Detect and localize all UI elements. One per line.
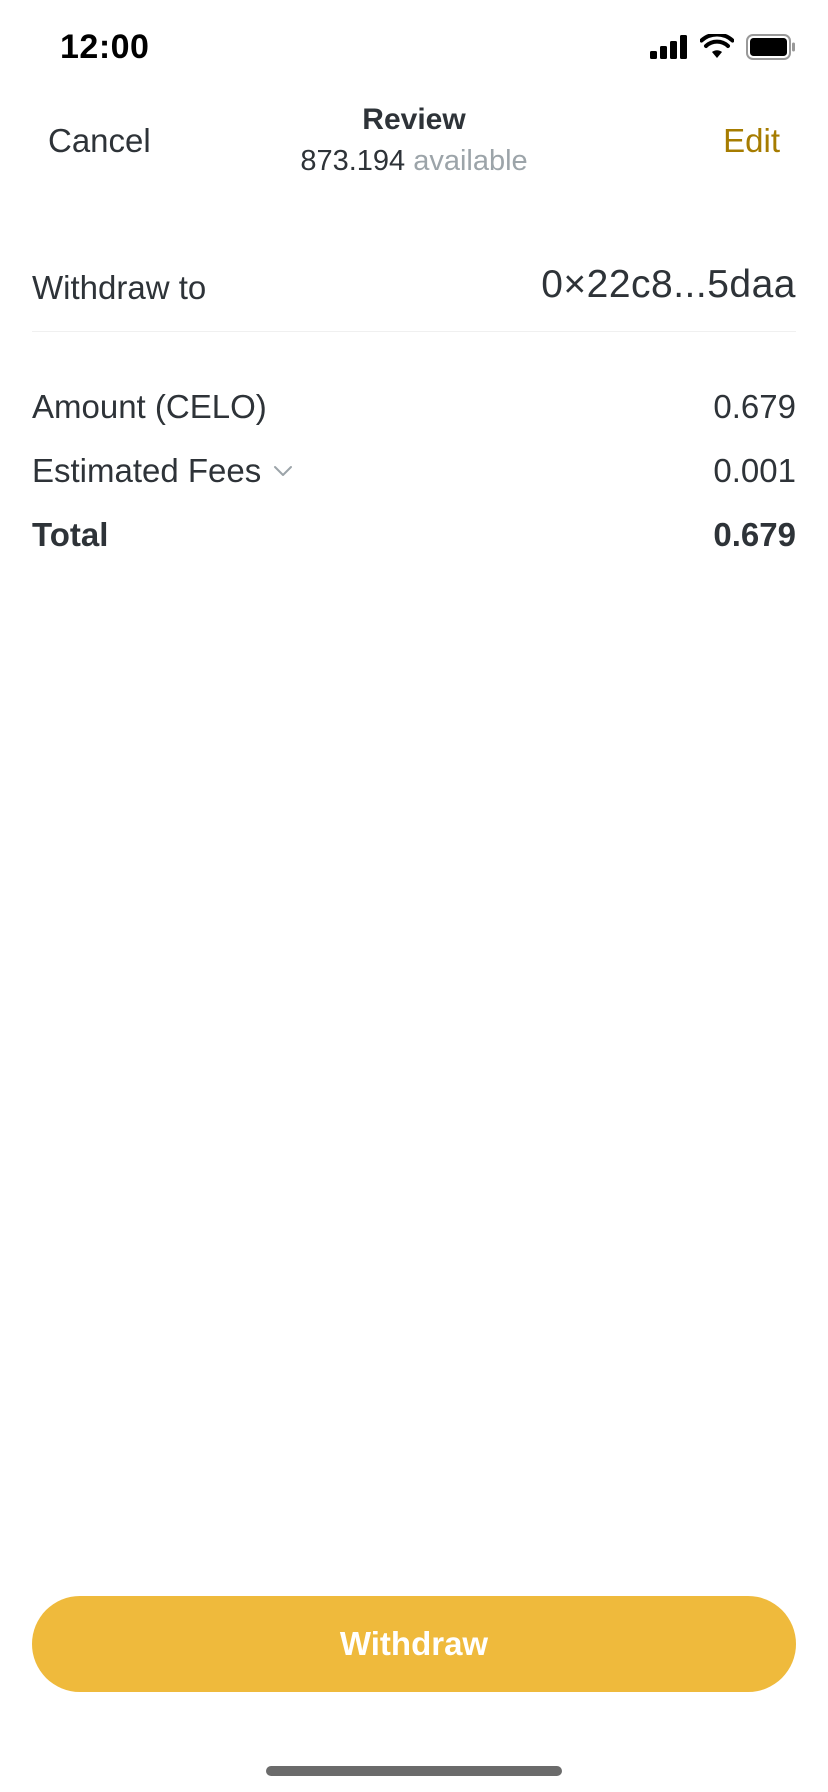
header: Cancel Review 873.194 available Edit [0, 100, 828, 200]
estimated-fees-label: Estimated Fees [32, 452, 262, 489]
fees-value: 0.001 [713, 452, 796, 489]
withdraw-button[interactable]: Withdraw [32, 1596, 796, 1692]
edit-button[interactable]: Edit [723, 122, 780, 160]
fees-row: Estimated Fees 0.001 [32, 444, 796, 508]
amount-label: Amount (CELO) [32, 388, 267, 425]
total-row: Total 0.679 [32, 508, 796, 572]
total-label: Total [32, 516, 109, 553]
header-center: Review 873.194 available [0, 100, 828, 180]
total-value: 0.679 [713, 516, 796, 553]
amount-row: Amount (CELO) 0.679 [32, 380, 796, 444]
status-icons [650, 34, 796, 60]
page-title: Review [362, 103, 466, 136]
home-indicator[interactable] [266, 1766, 562, 1776]
amount-value: 0.679 [713, 388, 796, 425]
summary-section: Amount (CELO) 0.679 Estimated Fees 0.001… [32, 380, 796, 572]
withdraw-address: 0×22c8...5daa [541, 263, 796, 306]
balance-amount: 873.194 [300, 145, 406, 177]
estimated-fees-toggle[interactable]: Estimated Fees [32, 452, 293, 490]
withdraw-button-label: Withdraw [339, 1625, 489, 1662]
wifi-icon [700, 34, 734, 58]
status-bar: 12:00 [0, 0, 828, 100]
withdraw-to-label: Withdraw to [32, 269, 207, 306]
battery-icon [746, 34, 795, 60]
balance-subtitle: 873.194 available [0, 142, 828, 180]
withdraw-to-row: Withdraw to 0×22c8...5daa [32, 255, 796, 332]
cellular-signal-icon [650, 35, 687, 59]
chevron-down-icon [274, 466, 293, 476]
status-time: 12:00 [60, 28, 150, 66]
balance-available-label: available [413, 145, 528, 177]
